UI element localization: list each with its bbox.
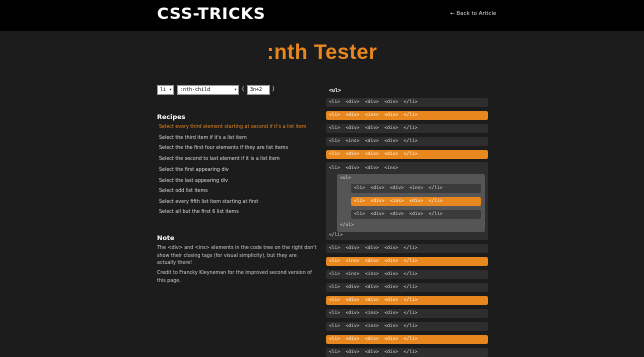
nested-li-open: <li> <div> <div> <ins> (329, 166, 399, 171)
chevron-down-icon: ▾ (233, 87, 237, 93)
element-select-value: li (160, 87, 167, 93)
nested-li-close: </li> (329, 233, 343, 238)
recipe-item[interactable]: Select the first appearing div (159, 168, 229, 173)
back-to-article-link[interactable]: ← Back to Article (450, 11, 496, 17)
chevron-down-icon: ▾ (168, 87, 172, 93)
close-paren: ) (272, 86, 275, 93)
pseudo-select-value: :nth-child (180, 87, 211, 93)
recipe-item[interactable]: Select the the first four elements if th… (159, 146, 288, 151)
ul-open-tag: <ul> (329, 88, 342, 94)
top-bar: CSS-TRICKS ← Back to Article (0, 0, 644, 31)
element-select[interactable]: li ▾ (157, 85, 174, 95)
list-item-highlighted: <li> <div> <ins> <div> </li> (326, 111, 488, 120)
nested-ul-open: <ul> (340, 176, 352, 181)
recipe-item[interactable]: Select odd list items (159, 189, 208, 194)
recipe-item[interactable]: Select the second to last element if it … (159, 157, 280, 162)
recipes-heading: Recipes (157, 113, 186, 121)
note-heading: Note (157, 234, 175, 242)
list-item: <li> <div> <ins> <div> </li> (326, 322, 488, 331)
main-content (0, 31, 644, 357)
nested-list-item-row: <li> <div> <div> <ins> </li> (351, 184, 481, 193)
list-item-highlighted: <li> <div> <div> <div> </li> (326, 335, 488, 344)
open-paren: ( (242, 86, 245, 93)
pseudo-class-select[interactable]: :nth-child ▾ (177, 85, 239, 95)
recipe-item[interactable]: Select every third element starting at s… (159, 125, 306, 130)
site-logo[interactable]: CSS-TRICKS (157, 4, 266, 23)
list-item: <li> <ins> <div> <div> </li> (326, 137, 488, 146)
list-item: <li> <div> <div> <div> </li> (326, 98, 488, 107)
page-title: :nth Tester (266, 41, 378, 64)
nested-list-item-row: <li> <div> <div> <div> </li> (351, 210, 481, 219)
recipe-item[interactable]: Select all but the first 6 list items (159, 210, 239, 215)
note-credit: Credit to Francky Kleyneman for the impr… (157, 271, 312, 284)
recipe-item[interactable]: Select the last appearing div (159, 179, 228, 184)
list-item: <li> <ins> <ins> <div> </li> (326, 270, 488, 279)
nested-ul-close: </ul> (340, 223, 354, 228)
list-item: <li> <div> <div> <div> </li> (326, 244, 488, 253)
list-item: <li> <div> <div> <div> </li> (326, 283, 488, 292)
formula-input[interactable]: 3n+2 (247, 85, 270, 95)
list-item: <li> <div> <ins> <div> </li> (326, 309, 488, 318)
list-item: <li> <div> <div> <div> </li> (326, 124, 488, 133)
list-item-highlighted: <li> <ins> <div> <div> </li> (326, 257, 488, 266)
list-item-highlighted: <li> <div> <div> <div> </li> (326, 296, 488, 305)
note-paragraph: The <div> and <ins> elements in the code… (157, 246, 317, 266)
nested-list-item-highlighted: <li> <div> <ins> <div> </li> (351, 197, 481, 206)
list-item-highlighted: <li> <div> <div> <div> </li> (326, 150, 488, 159)
recipe-item[interactable]: Select every fifth list item starting at… (159, 200, 258, 205)
list-item: <li> <div> <div> <div> </li> (326, 348, 488, 357)
recipe-item[interactable]: Select the third item if it's a list ite… (159, 136, 247, 141)
